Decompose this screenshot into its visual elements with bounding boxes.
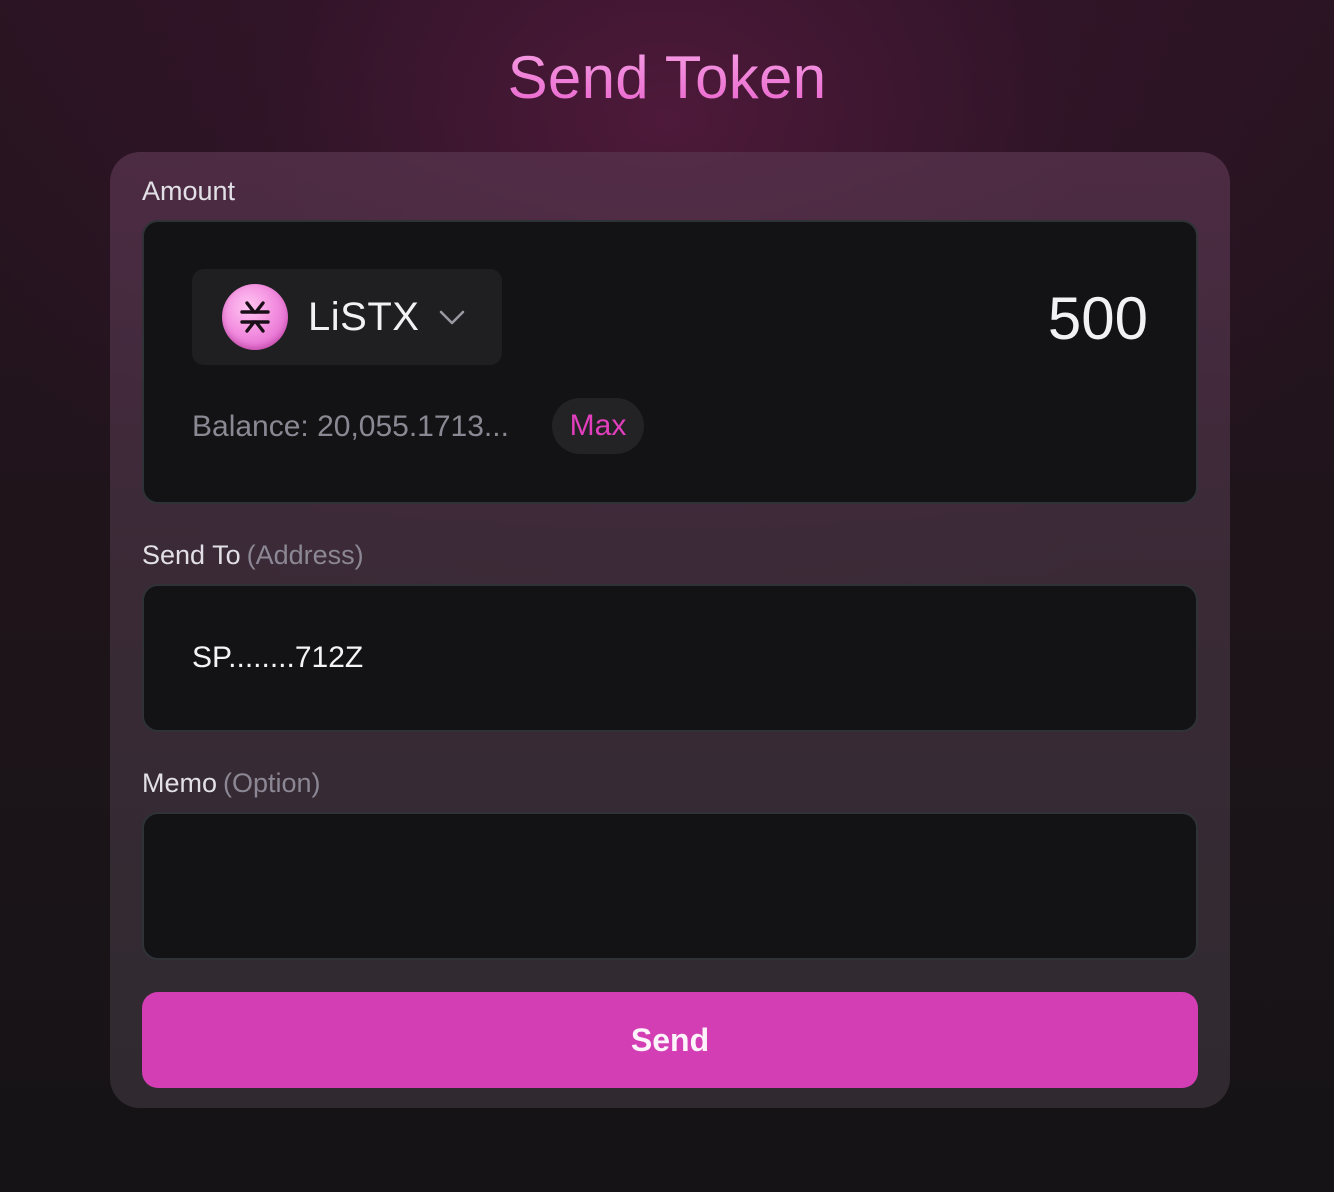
address-field[interactable] bbox=[142, 584, 1198, 732]
stacks-logo-icon bbox=[222, 284, 288, 350]
memo-label: Memo (Option) bbox=[142, 766, 321, 800]
amount-label-text: Amount bbox=[142, 176, 236, 206]
send-to-hint: (Address) bbox=[246, 540, 364, 570]
amount-label: Amount bbox=[142, 174, 235, 208]
balance-text: Balance: 20,055.1713... bbox=[192, 410, 509, 443]
chevron-down-icon bbox=[438, 303, 466, 336]
amount-panel: LiSTX Balance: 20,055.1713... Max bbox=[142, 220, 1198, 504]
address-input[interactable] bbox=[192, 638, 1152, 678]
memo-field[interactable] bbox=[142, 812, 1198, 960]
send-to-label-text: Send To bbox=[142, 540, 241, 570]
send-token-card: Amount LiSTX Balance: 20, bbox=[110, 152, 1230, 1108]
send-to-label: Send To (Address) bbox=[142, 538, 364, 572]
memo-hint: (Option) bbox=[223, 768, 321, 798]
page-title: Send Token bbox=[0, 40, 1334, 116]
memo-input[interactable] bbox=[192, 866, 1152, 906]
amount-input[interactable] bbox=[748, 284, 1148, 354]
memo-label-text: Memo bbox=[142, 768, 218, 798]
send-button[interactable]: Send bbox=[142, 992, 1198, 1088]
token-symbol: LiSTX bbox=[308, 295, 420, 339]
max-button[interactable]: Max bbox=[552, 398, 644, 454]
token-select-button[interactable]: LiSTX bbox=[192, 269, 502, 365]
